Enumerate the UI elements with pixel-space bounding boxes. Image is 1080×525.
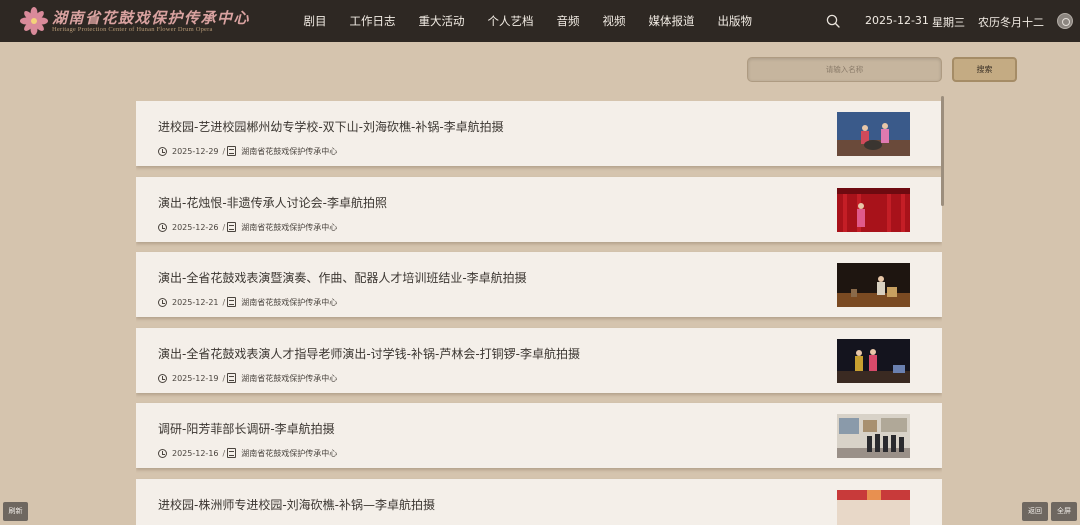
clock-icon	[158, 373, 167, 383]
list-item-source: 湖南省花鼓戏保护传承中心	[241, 146, 338, 156]
list-item-thumbnail[interactable]	[837, 414, 910, 458]
logo[interactable]: 湖南省花鼓戏保护传承中心 Heritage Protection Center …	[18, 5, 249, 37]
list-item-meta: 2025-12-19 / 湖南省花鼓戏保护传承中心	[158, 372, 337, 384]
list-item-meta: 2025-12-26 / 湖南省花鼓戏保护传承中心	[158, 221, 337, 233]
list-item-source: 湖南省花鼓戏保护传承中心	[241, 297, 338, 307]
lunar-date: 农历冬月十二	[978, 16, 1044, 29]
fullscreen-button[interactable]: 全屏	[1051, 502, 1077, 521]
list-item-title[interactable]: 演出-全省花鼓戏表演暨演奏、作曲、配器人才培训班结业-李卓航拍摄	[158, 269, 527, 286]
list-item-thumbnail[interactable]	[837, 490, 910, 525]
list-item-date: 2025-12-16	[172, 448, 219, 458]
list-item-date: 2025-12-21	[172, 297, 219, 307]
meta-separator: /	[222, 448, 226, 458]
nav-item-video[interactable]: 视频	[603, 13, 626, 29]
nav-item-personal-archive[interactable]: 个人艺档	[488, 13, 534, 29]
list-item-source: 湖南省花鼓戏保护传承中心	[241, 222, 338, 232]
search-button[interactable]: 搜索	[952, 57, 1017, 82]
top-bar: 湖南省花鼓戏保护传承中心 Heritage Protection Center …	[0, 0, 1080, 42]
nav-item-audio[interactable]: 音频	[557, 13, 580, 29]
list-item-thumbnail[interactable]	[837, 263, 910, 307]
current-weekday: 星期三	[932, 16, 965, 29]
clock-icon	[158, 222, 167, 232]
document-icon	[227, 146, 237, 156]
list-item-thumbnail[interactable]	[837, 188, 910, 232]
nav-item-major-events[interactable]: 重大活动	[419, 13, 465, 29]
list-item-source: 湖南省花鼓戏保护传承中心	[241, 373, 338, 383]
meta-separator: /	[222, 222, 226, 232]
nav-item-media-reports[interactable]: 媒体报道	[649, 13, 695, 29]
nav-item-work-log[interactable]: 工作日志	[350, 13, 396, 29]
main-nav: 剧目 工作日志 重大活动 个人艺档 音频 视频 媒体报道 出版物	[292, 0, 764, 42]
list-item-meta: 2025-12-21 / 湖南省花鼓戏保护传承中心	[158, 296, 337, 308]
back-button[interactable]: 返回	[1022, 502, 1048, 521]
list-item[interactable]: 演出-花烛恨-非遗传承人讨论会-李卓航拍照 2025-12-26 / 湖南省花鼓…	[136, 177, 942, 242]
list-item-meta: 2025-12-29 / 湖南省花鼓戏保护传承中心	[158, 145, 337, 157]
clock-icon	[158, 146, 167, 156]
list-item-date: 2025-12-29	[172, 146, 219, 156]
list-item[interactable]: 演出-全省花鼓戏表演人才指导老师演出-讨学钱-补锅-芦林会-打铜锣-李卓航拍摄 …	[136, 328, 942, 393]
document-icon	[227, 373, 237, 383]
list-scrollbar[interactable]	[941, 96, 944, 206]
list-item-title[interactable]: 调研-阳芳菲部长调研-李卓航拍摄	[158, 420, 335, 437]
list-item-title[interactable]: 演出-全省花鼓戏表演人才指导老师演出-讨学钱-补锅-芦林会-打铜锣-李卓航拍摄	[158, 345, 580, 362]
article-list: 进校园-艺进校园郴州幼专学校-双下山-刘海砍樵-补锅-李卓航拍摄 2025-12…	[136, 101, 942, 525]
current-date: 2025-12-31	[865, 14, 929, 27]
list-item-title[interactable]: 演出-花烛恨-非遗传承人讨论会-李卓航拍照	[158, 194, 387, 211]
meta-separator: /	[222, 146, 226, 156]
clock-icon	[158, 297, 167, 307]
user-icon[interactable]	[1057, 13, 1073, 29]
flower-logo-icon	[20, 7, 48, 35]
list-item-thumbnail[interactable]	[837, 112, 910, 156]
list-item-title[interactable]: 进校园-艺进校园郴州幼专学校-双下山-刘海砍樵-补锅-李卓航拍摄	[158, 118, 504, 135]
logo-subtitle: Heritage Protection Center of Hunan Flow…	[52, 26, 213, 33]
clock-icon	[158, 448, 167, 458]
list-item-title[interactable]: 进校园-株洲师专进校园-刘海砍樵-补锅—李卓航拍摄	[158, 496, 435, 513]
search-input[interactable]	[747, 57, 942, 82]
list-item[interactable]: 调研-阳芳菲部长调研-李卓航拍摄 2025-12-16 / 湖南省花鼓戏保护传承…	[136, 403, 942, 468]
list-item-meta: 2025-12-16 / 湖南省花鼓戏保护传承中心	[158, 447, 337, 459]
search-icon[interactable]	[826, 14, 840, 28]
list-item-date: 2025-12-19	[172, 373, 219, 383]
list-item-thumbnail[interactable]	[837, 339, 910, 383]
meta-separator: /	[222, 297, 226, 307]
nav-item-repertoire[interactable]: 剧目	[304, 13, 327, 29]
list-item[interactable]: 进校园-株洲师专进校园-刘海砍樵-补锅—李卓航拍摄	[136, 479, 942, 525]
list-item-date: 2025-12-26	[172, 222, 219, 232]
document-icon	[227, 297, 237, 307]
document-icon	[227, 222, 237, 232]
meta-separator: /	[222, 373, 226, 383]
list-item[interactable]: 演出-全省花鼓戏表演暨演奏、作曲、配器人才培训班结业-李卓航拍摄 2025-12…	[136, 252, 942, 317]
logo-title: 湖南省花鼓戏保护传承中心	[52, 9, 251, 27]
nav-item-publications[interactable]: 出版物	[718, 13, 753, 29]
list-item[interactable]: 进校园-艺进校园郴州幼专学校-双下山-刘海砍樵-补锅-李卓航拍摄 2025-12…	[136, 101, 942, 166]
document-icon	[227, 448, 237, 458]
list-item-source: 湖南省花鼓戏保护传承中心	[241, 448, 338, 458]
refresh-button[interactable]: 刷新	[3, 502, 28, 521]
